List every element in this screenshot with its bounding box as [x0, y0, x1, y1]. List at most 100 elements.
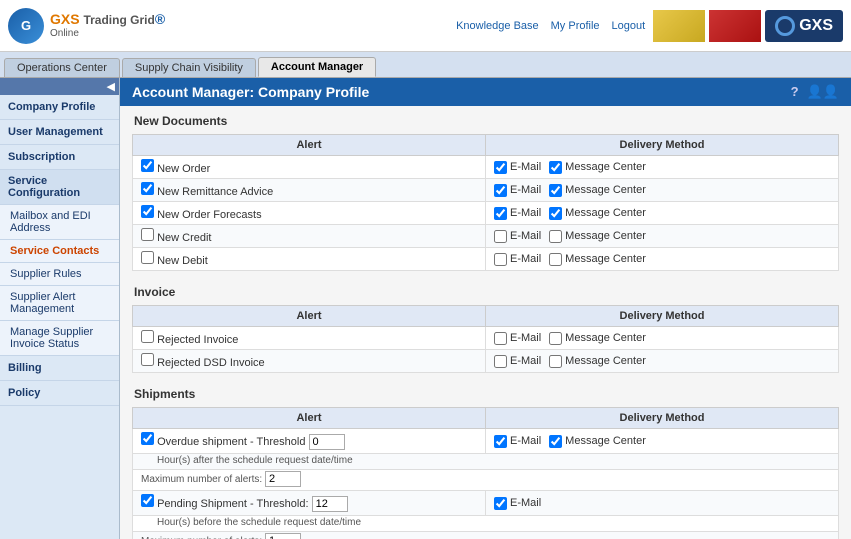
forecast-msg-checkbox[interactable] [549, 207, 562, 220]
pending-max-input[interactable] [265, 533, 301, 539]
new-order-checkbox[interactable] [141, 159, 154, 172]
remittance-msg-checkbox[interactable] [549, 184, 562, 197]
logout-link[interactable]: Logout [612, 20, 646, 32]
credit-msg-label[interactable]: Message Center [549, 230, 646, 243]
overdue-subtext-cell: Hour(s) after the schedule request date/… [133, 454, 839, 470]
rejected-dsd-msg-checkbox[interactable] [549, 355, 562, 368]
rejected-dsd-delivery-cell: E-Mail Message Center [486, 350, 839, 373]
remittance-email-checkbox[interactable] [494, 184, 507, 197]
rejected-invoice-email-checkbox[interactable] [494, 332, 507, 345]
remittance-alert-cell: New Remittance Advice [133, 179, 486, 202]
page-title: Account Manager: Company Profile [132, 84, 369, 100]
debit-delivery-cell: E-Mail Message Center [486, 248, 839, 271]
overdue-label[interactable]: Overdue shipment - Threshold [141, 436, 309, 448]
new-order-email-label[interactable]: E-Mail [494, 161, 541, 174]
my-profile-link[interactable]: My Profile [551, 20, 600, 32]
overdue-threshold-input[interactable] [309, 434, 345, 450]
forecast-alert-cell: New Order Forecasts [133, 202, 486, 225]
overdue-email-label[interactable]: E-Mail [494, 435, 541, 448]
table-row: New Debit E-Mail Message Center [133, 248, 839, 271]
remittance-label[interactable]: New Remittance Advice [141, 186, 273, 198]
sidebar-item-billing[interactable]: Billing [0, 356, 119, 381]
pending-label[interactable]: Pending Shipment - Threshold: [141, 498, 312, 510]
debit-alert-cell: New Debit [133, 248, 486, 271]
sidebar-toggle[interactable]: ◀ [0, 78, 119, 95]
debit-msg-label[interactable]: Message Center [549, 253, 646, 266]
new-order-msg-checkbox[interactable] [549, 161, 562, 174]
new-order-email-checkbox[interactable] [494, 161, 507, 174]
tab-operations-center[interactable]: Operations Center [4, 58, 120, 77]
sidebar-subitem-supplier-alert[interactable]: Supplier Alert Management [0, 286, 119, 321]
overdue-checkbox[interactable] [141, 432, 154, 445]
remittance-email-label[interactable]: E-Mail [494, 184, 541, 197]
remittance-delivery-cell: E-Mail Message Center [486, 179, 839, 202]
rejected-dsd-checkbox[interactable] [141, 353, 154, 366]
tab-account-manager[interactable]: Account Manager [258, 57, 376, 77]
header-images: GXS [653, 10, 843, 42]
tab-supply-chain[interactable]: Supply Chain Visibility [122, 58, 256, 77]
shipments-title: Shipments [132, 387, 839, 401]
pending-threshold-input[interactable] [312, 496, 348, 512]
overdue-max-input[interactable] [265, 471, 301, 487]
sidebar-item-user-management[interactable]: User Management [0, 120, 119, 145]
rejected-invoice-delivery-cell: E-Mail Message Center [486, 327, 839, 350]
table-row: Maximum number of alerts: [133, 470, 839, 491]
pending-subtext-cell: Hour(s) before the schedule request date… [133, 516, 839, 532]
rejected-invoice-label[interactable]: Rejected Invoice [141, 334, 238, 346]
forecast-msg-label[interactable]: Message Center [549, 207, 646, 220]
rejected-dsd-alert-cell: Rejected DSD Invoice [133, 350, 486, 373]
pending-email-checkbox[interactable] [494, 497, 507, 510]
pending-max-cell: Maximum number of alerts: [133, 532, 839, 539]
debit-checkbox[interactable] [141, 251, 154, 264]
new-documents-title: New Documents [132, 114, 839, 128]
sidebar-subitem-manage-supplier[interactable]: Manage Supplier Invoice Status [0, 321, 119, 356]
sidebar-subitem-supplier-rules[interactable]: Supplier Rules [0, 263, 119, 286]
debit-email-checkbox[interactable] [494, 253, 507, 266]
help-icon[interactable]: ? [791, 84, 799, 100]
table-row: Maximum number of alerts: [133, 532, 839, 539]
rejected-dsd-msg-label[interactable]: Message Center [549, 355, 646, 368]
new-doc-delivery-header: Delivery Method [486, 135, 839, 156]
knowledge-base-link[interactable]: Knowledge Base [456, 20, 539, 32]
new-order-alert-cell: New Order [133, 156, 486, 179]
overdue-alert-cell: Overdue shipment - Threshold [133, 429, 486, 454]
sidebar-item-company-profile[interactable]: Company Profile [0, 95, 119, 120]
rejected-invoice-msg-label[interactable]: Message Center [549, 332, 646, 345]
new-documents-table: Alert Delivery Method New Order E-Mail M… [132, 134, 839, 271]
credit-checkbox[interactable] [141, 228, 154, 241]
forecast-checkbox[interactable] [141, 205, 154, 218]
sidebar-item-subscription[interactable]: Subscription [0, 145, 119, 170]
credit-email-checkbox[interactable] [494, 230, 507, 243]
credit-email-label[interactable]: E-Mail [494, 230, 541, 243]
forecast-email-label[interactable]: E-Mail [494, 207, 541, 220]
table-row: New Order E-Mail Message Center [133, 156, 839, 179]
header-image-2 [709, 10, 761, 42]
forecast-email-checkbox[interactable] [494, 207, 507, 220]
overdue-email-checkbox[interactable] [494, 435, 507, 448]
sidebar-item-policy[interactable]: Policy [0, 381, 119, 406]
users-icon[interactable]: 👤👤 [807, 84, 839, 100]
debit-label[interactable]: New Debit [141, 255, 208, 267]
rejected-dsd-label[interactable]: Rejected DSD Invoice [141, 357, 265, 369]
overdue-msg-label[interactable]: Message Center [549, 435, 646, 448]
rejected-dsd-email-label[interactable]: E-Mail [494, 355, 541, 368]
rejected-dsd-email-checkbox[interactable] [494, 355, 507, 368]
rejected-invoice-msg-checkbox[interactable] [549, 332, 562, 345]
forecast-label[interactable]: New Order Forecasts [141, 209, 262, 221]
new-order-msg-label[interactable]: Message Center [549, 161, 646, 174]
new-order-label[interactable]: New Order [141, 163, 210, 175]
invoice-alert-header: Alert [133, 306, 486, 327]
credit-msg-checkbox[interactable] [549, 230, 562, 243]
pending-checkbox[interactable] [141, 494, 154, 507]
rejected-invoice-email-label[interactable]: E-Mail [494, 332, 541, 345]
pending-email-label[interactable]: E-Mail [494, 497, 541, 510]
remittance-checkbox[interactable] [141, 182, 154, 195]
debit-msg-checkbox[interactable] [549, 253, 562, 266]
overdue-msg-checkbox[interactable] [549, 435, 562, 448]
debit-email-label[interactable]: E-Mail [494, 253, 541, 266]
sidebar-subitem-service-contacts[interactable]: Service Contacts [0, 240, 119, 263]
rejected-invoice-checkbox[interactable] [141, 330, 154, 343]
sidebar-subitem-mailbox[interactable]: Mailbox and EDI Address [0, 205, 119, 240]
credit-label[interactable]: New Credit [141, 232, 211, 244]
remittance-msg-label[interactable]: Message Center [549, 184, 646, 197]
